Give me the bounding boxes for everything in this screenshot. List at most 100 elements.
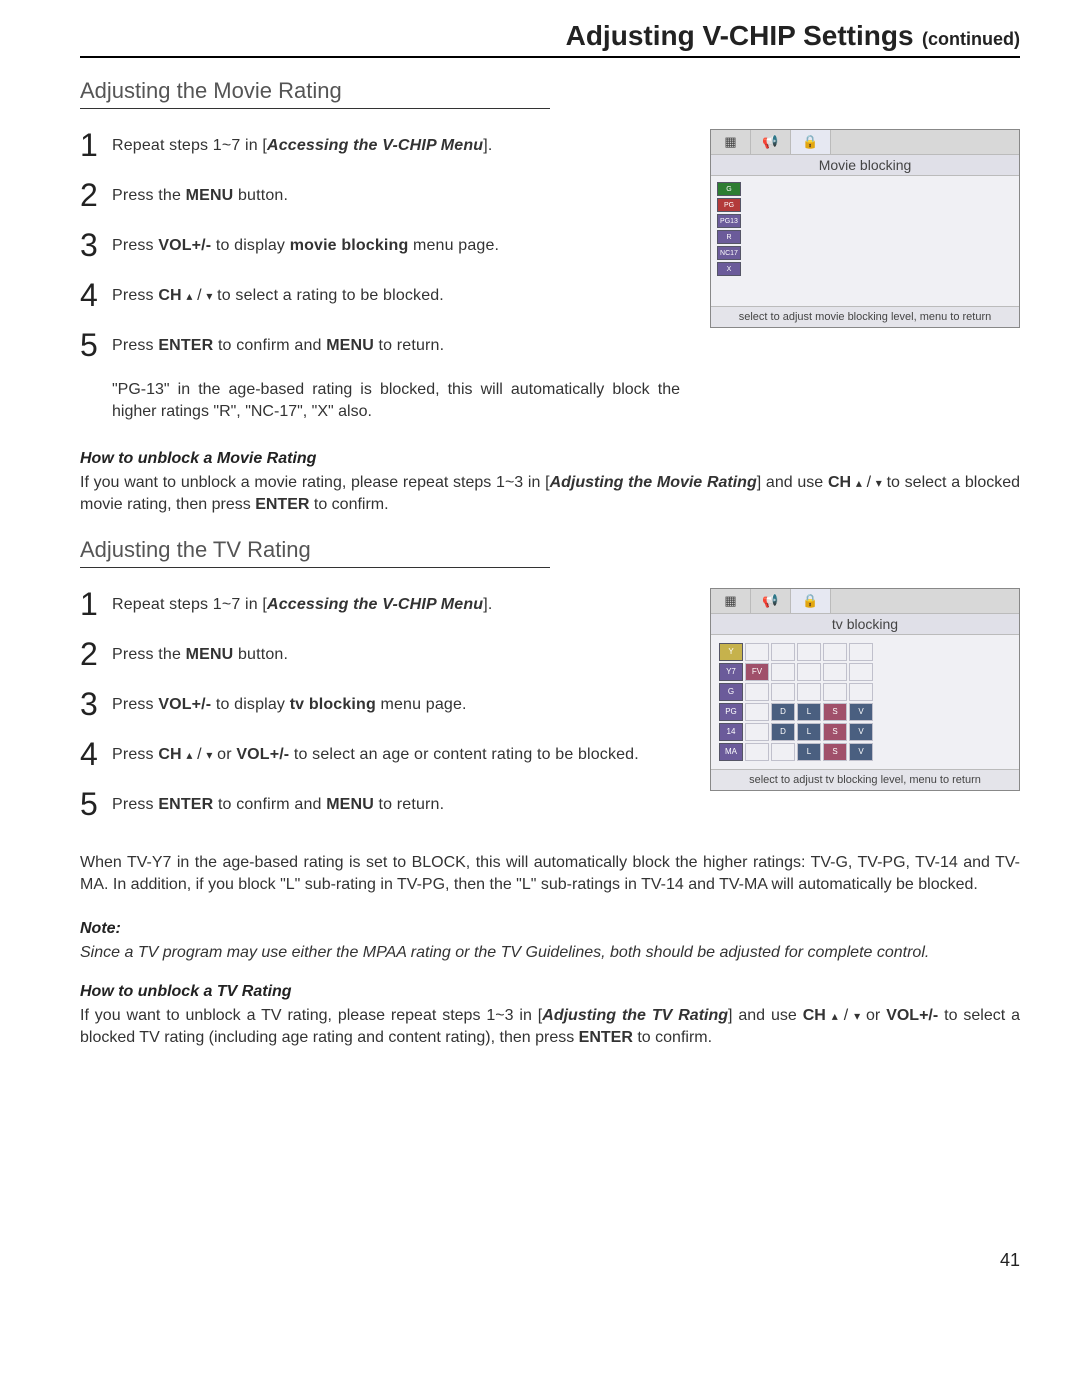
step-text: Press the MENU button. [112, 179, 288, 207]
t: menu page. [376, 696, 467, 713]
t: VOL+/- [158, 696, 211, 713]
t: CH [158, 287, 181, 304]
cell: FV [745, 663, 769, 681]
t: to confirm and [213, 337, 326, 354]
cell: L [797, 703, 821, 721]
t: Press [112, 287, 158, 304]
osd-tab-icon: 📢 [751, 589, 791, 613]
step-text: Repeat steps 1~7 in [Accessing the V-CHI… [112, 129, 492, 157]
cell: L [797, 743, 821, 761]
t: ]. [483, 596, 492, 613]
t: or [213, 746, 237, 763]
arrow-up-icon [832, 1007, 838, 1024]
t: Press the [112, 187, 186, 204]
rating-chip: PG [717, 198, 741, 212]
t: VOL+/- [158, 237, 211, 254]
step-number: 1 [80, 588, 100, 620]
arrow-up-icon [186, 287, 192, 304]
t: MENU [186, 646, 234, 663]
rating-chip: X [717, 262, 741, 276]
t: ENTER [158, 796, 213, 813]
t: Press [112, 237, 158, 254]
cell: V [849, 723, 873, 741]
osd-footer: select to adjust tv blocking level, menu… [711, 769, 1019, 790]
rating-chip: PG13 [717, 214, 741, 228]
step-number: 3 [80, 688, 100, 720]
t: VOL+/- [886, 1007, 938, 1024]
t: Press the [112, 646, 186, 663]
step-text: Press VOL+/- to display tv blocking menu… [112, 688, 467, 716]
note-heading: Note: [80, 920, 1020, 938]
t: Adjusting the Movie Rating [550, 474, 757, 491]
step-number: 3 [80, 229, 100, 261]
step-number: 5 [80, 788, 100, 820]
unblock-movie-heading: How to unblock a Movie Rating [80, 450, 1020, 468]
step: 2 Press the MENU button. [80, 638, 680, 670]
tv-row-label: G [719, 683, 743, 701]
rating-chip: NC17 [717, 246, 741, 260]
arrow-up-icon [186, 746, 192, 763]
osd-tab-icon: ▦ [711, 589, 751, 613]
t: to select an age or content rating to be… [289, 746, 639, 763]
t: If you want to unblock a movie rating, p… [80, 474, 550, 491]
tv-row-label: Y7 [719, 663, 743, 681]
section-tv: Adjusting the TV Rating 1 Repeat steps 1… [80, 537, 1020, 1050]
t: Press [112, 337, 158, 354]
t: to confirm. [633, 1029, 712, 1046]
step: 5 Press ENTER to confirm and MENU to ret… [80, 788, 680, 820]
t: ENTER [579, 1029, 633, 1046]
step-text: Repeat steps 1~7 in [Accessing the V-CHI… [112, 588, 492, 616]
osd-footer: select to adjust movie blocking level, m… [711, 306, 1019, 327]
osd-tabs: ▦ 📢 🔒 [711, 589, 1019, 614]
t: Press [112, 696, 158, 713]
t: CH [803, 1007, 826, 1024]
step: 3 Press VOL+/- to display tv blocking me… [80, 688, 680, 720]
osd-tab-icon: 🔒 [791, 130, 831, 154]
step-text: Press VOL+/- to display movie blocking m… [112, 229, 499, 257]
t: ENTER [158, 337, 213, 354]
osd-title: Movie blocking [711, 155, 1019, 176]
t: button. [233, 646, 288, 663]
t: to display [211, 237, 289, 254]
t: ENTER [255, 496, 309, 513]
unblock-tv-heading: How to unblock a TV Rating [80, 983, 1020, 1001]
osd-body: Y Y7FV G PGDLSV 14DLSV MALSV [711, 635, 1019, 769]
t: to display [211, 696, 289, 713]
t: Press [112, 796, 158, 813]
divider [80, 108, 550, 109]
tv-row-label: Y [719, 643, 743, 661]
cell: D [771, 723, 795, 741]
t: Press [112, 746, 158, 763]
t: menu page. [408, 237, 499, 254]
t: Repeat steps 1~7 in [ [112, 137, 267, 154]
t: Adjusting the TV Rating [542, 1007, 728, 1024]
t: Accessing the V-CHIP Menu [267, 137, 483, 154]
t: movie blocking [290, 237, 409, 254]
t: If you want to unblock a TV rating, plea… [80, 1007, 542, 1024]
step-text: Press the MENU button. [112, 638, 288, 666]
cell: L [797, 723, 821, 741]
t: CH [158, 746, 181, 763]
t: MENU [326, 337, 374, 354]
t: ] and use [757, 474, 828, 491]
osd-movie-panel: ▦ 📢 🔒 Movie blocking G PG PG13 R NC17 X … [710, 129, 1020, 328]
t: tv blocking [290, 696, 376, 713]
step-number: 2 [80, 179, 100, 211]
step: 5 Press ENTER to confirm and MENU to ret… [80, 329, 680, 361]
t: to return. [374, 337, 444, 354]
tv-auto-block-note: When TV-Y7 in the age-based rating is se… [80, 852, 1020, 897]
t: Repeat steps 1~7 in [ [112, 596, 267, 613]
osd-tab-icon: ▦ [711, 130, 751, 154]
osd-title: tv blocking [711, 614, 1019, 635]
step: 1 Repeat steps 1~7 in [Accessing the V-C… [80, 129, 680, 161]
section-heading-movie: Adjusting the Movie Rating [80, 78, 1020, 104]
note-text: Since a TV program may use either the MP… [80, 942, 1020, 964]
t: to confirm and [213, 796, 326, 813]
unblock-tv-text: If you want to unblock a TV rating, plea… [80, 1005, 1020, 1050]
t: MENU [326, 796, 374, 813]
page-header: Adjusting V-CHIP Settings (continued) [80, 20, 1020, 58]
osd-body: G PG PG13 R NC17 X [711, 176, 1019, 306]
t: button. [233, 187, 288, 204]
rating-chip: G [717, 182, 741, 196]
step-text: Press ENTER to confirm and MENU to retur… [112, 788, 444, 816]
